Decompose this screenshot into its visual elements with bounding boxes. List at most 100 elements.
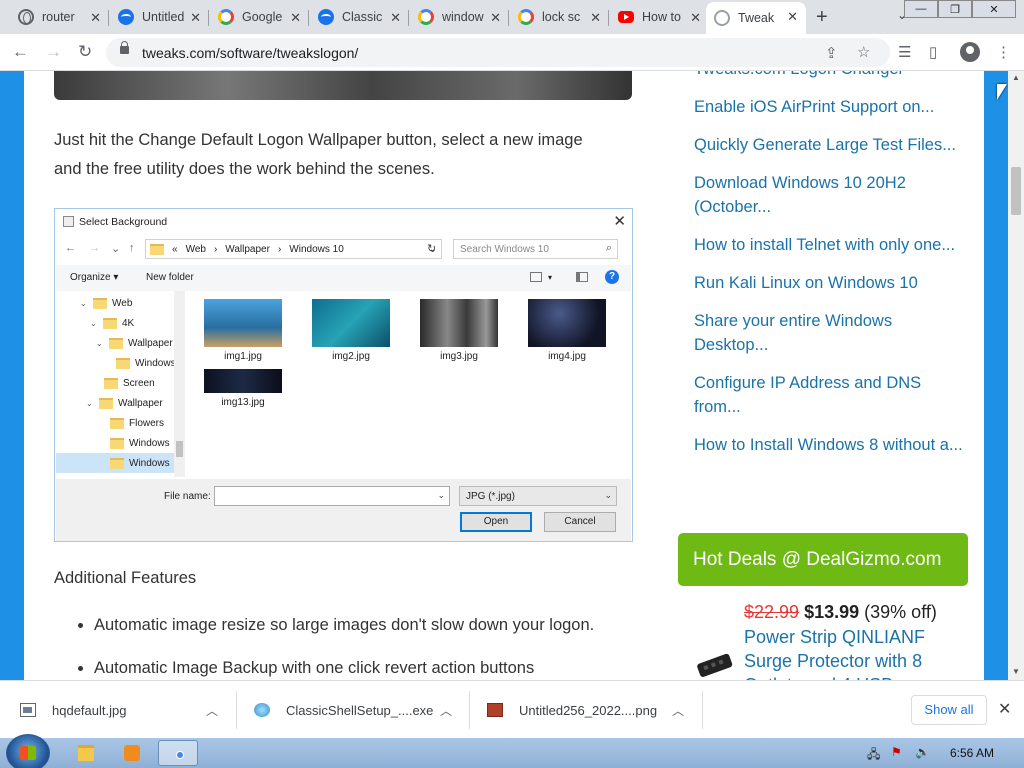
tab-title: router [42,10,75,24]
tab-title: window [442,10,484,24]
help-icon: ? [605,270,619,284]
close-tab-icon[interactable]: ✕ [290,10,301,26]
related-links-sidebar: Tweaks.com Logon Changer Enable iOS AirP… [694,71,964,471]
tab-lock-screen[interactable]: lock sc ✕ [510,3,609,31]
tab-classic[interactable]: Classic ✕ [310,3,409,31]
expand-arrow-icon: ⌄ [96,338,103,348]
download-options-chevron-icon[interactable]: ︿ [206,702,218,719]
folder-icon [110,437,124,449]
download-options-chevron-icon[interactable]: ︿ [672,702,684,719]
taskbar-explorer[interactable] [66,740,106,766]
close-tab-icon[interactable]: ✕ [690,10,701,26]
share-icon[interactable]: ⇪ [825,44,838,62]
file-type-value: JPG (*.jpg) [466,491,515,502]
folder-icon [109,337,123,349]
minimize-icon[interactable]: — [904,0,938,18]
tab-title: How to [642,10,681,24]
taskbar-chrome[interactable] [158,740,198,766]
folder-icon [110,417,124,429]
start-button-icon[interactable] [6,734,50,768]
taskbar-clock[interactable]: 6:56 AM [950,746,994,760]
hot-deals-banner[interactable]: Hot Deals @ DealGizmo.com [678,533,968,586]
close-tab-icon[interactable]: ✕ [90,10,101,26]
path-separator: › [277,243,282,255]
sidebar-link[interactable]: Share your entire Windows Desktop... [694,309,964,357]
volume-tray-icon[interactable]: 🔊 [915,745,930,759]
close-tab-icon[interactable]: ✕ [390,10,401,26]
sidebar-link[interactable]: Tweaks.com Logon Changer [694,71,964,81]
sidebar-link[interactable]: Configure IP Address and DNS from... [694,371,964,419]
side-panel-icon[interactable]: ▯ [929,43,937,61]
path-segment: Windows 10 [289,243,344,255]
tab-untitled[interactable]: Untitled ✕ [110,3,209,31]
bookmark-star-icon[interactable]: ☆ [857,43,870,61]
sidebar-link[interactable]: How to Install Windows 8 without a... [694,433,964,457]
sidebar-link[interactable]: Enable iOS AirPrint Support on... [694,95,964,119]
dialog-recent-chevron-icon: ⌄ [111,243,121,255]
feature-list: Automatic image resize so large images d… [94,616,654,680]
new-tab-plus-icon[interactable]: + [816,6,828,29]
close-tab-icon[interactable]: ✕ [490,10,501,26]
dropdown-chevron-icon: ⌄ [604,490,612,500]
network-tray-icon[interactable]: 🖧 [867,745,880,766]
organize-menu: Organize ▾ [70,272,119,283]
folder-icon [150,243,164,255]
address-bar[interactable]: tweaks.com/software/tweakslogon/ ⇪ ☆ [106,38,890,67]
old-price: $22.99 [744,602,800,622]
page-scrollbar[interactable]: ▲ ▼ [1008,71,1024,680]
menu-dots-icon[interactable]: ⋮ [996,43,1011,61]
sidebar-link[interactable]: Run Kali Linux on Windows 10 [694,271,964,295]
show-all-downloads-button[interactable]: Show all [911,695,987,725]
file-thumbnail: img1.jpg [203,299,283,362]
dialog-title: Select Background [79,216,168,228]
feature-item: Automatic Image Backup with one click re… [94,659,654,678]
restore-icon[interactable]: ❐ [938,0,972,18]
sidebar-link[interactable]: How to install Telnet with only one... [694,233,964,257]
dialog-close-icon: ✕ [613,213,626,230]
expand-arrow-icon: ⌄ [90,318,97,328]
app-icon [318,9,334,25]
download-filename: ClassicShellSetup_....exe [286,702,434,718]
folder-icon [93,297,107,309]
tab-tweaks-active[interactable]: Tweak ✕ [706,2,806,34]
forward-arrow-icon[interactable]: → [45,42,62,62]
scroll-down-arrow-icon[interactable]: ▼ [1012,667,1020,676]
back-arrow-icon[interactable]: ← [12,42,29,62]
profile-avatar-icon[interactable] [960,42,980,62]
download-item[interactable]: Untitled256_2022....png [487,681,657,739]
window-controls: — ❐ ✕ [904,0,1016,18]
tab-window[interactable]: window ✕ [410,3,509,31]
reload-icon[interactable]: ↻ [78,42,92,62]
url-text[interactable]: tweaks.com/software/tweakslogon/ [142,45,358,61]
download-item[interactable]: ClassicShellSetup_....exe [254,681,433,739]
tab-how-to[interactable]: How to ✕ [610,3,709,31]
tree-label: Web [112,297,133,309]
action-center-tray-icon[interactable]: ⚑ [891,745,902,759]
reading-list-icon[interactable]: ☰ [898,43,911,61]
dialog-forward-icon: → [89,242,100,254]
download-options-chevron-icon[interactable]: ︿ [440,702,452,719]
scroll-up-arrow-icon[interactable]: ▲ [1012,73,1020,82]
lock-icon[interactable] [120,41,129,54]
dialog-search-box: Search Windows 10 ⌕ [453,239,618,259]
close-download-bar-icon[interactable]: ✕ [998,699,1011,719]
view-options-icon [530,272,542,282]
tab-router[interactable]: router ✕ [10,3,109,31]
thumbnail-image [528,299,606,347]
file-thumbnail: img4.jpg [527,299,607,362]
page-viewport: Just hit the Change Default Logon Wallpa… [0,71,1008,680]
download-item[interactable]: hqdefault.jpg [20,681,126,739]
deal-product-link[interactable]: Power Strip QINLIANF Surge Protector wit… [744,625,964,680]
window-close-icon[interactable]: ✕ [972,0,1016,18]
sidebar-link[interactable]: Download Windows 10 20H2 (October... [694,171,964,219]
close-tab-icon[interactable]: ✕ [787,9,798,25]
file-name: img2.jpg [332,351,370,362]
taskbar-media-player[interactable] [112,740,152,766]
tab-google[interactable]: Google ✕ [210,3,309,31]
scroll-thumb[interactable] [1011,167,1021,215]
close-tab-icon[interactable]: ✕ [590,10,601,26]
page-content: Just hit the Change Default Logon Wallpa… [24,71,984,680]
close-tab-icon[interactable]: ✕ [190,10,201,26]
mouse-cursor-icon [997,84,1007,100]
sidebar-link[interactable]: Quickly Generate Large Test Files... [694,133,964,157]
